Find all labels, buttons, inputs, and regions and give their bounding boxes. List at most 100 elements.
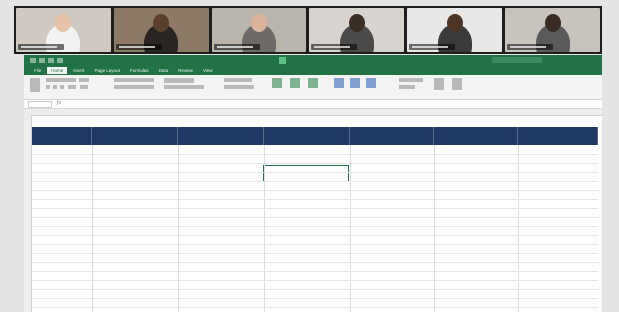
header-cell[interactable] [350,127,434,145]
participant-name-tag [213,44,260,50]
grid-line [32,190,598,191]
formula-bar: ƒx [24,100,602,109]
table-body[interactable] [32,145,598,312]
italic-icon[interactable] [53,85,57,89]
grid-line [32,244,598,245]
grid-line [32,217,598,218]
header-cell[interactable] [92,127,178,145]
participant-face [544,14,561,32]
delete-cells-icon[interactable] [350,78,360,88]
ribbon-tab[interactable]: Formulas [126,67,153,74]
grid-line [32,235,598,236]
fx-icon: ƒx [56,100,62,106]
ribbon-tab[interactable]: Page Layout [91,67,124,74]
save-icon[interactable] [39,58,45,63]
underline-icon[interactable] [60,85,64,89]
wrap-text-button[interactable] [164,78,194,83]
insert-cells-icon[interactable] [334,78,344,88]
number-format-select[interactable] [224,78,252,82]
grid-line [264,145,265,312]
ribbon-tab[interactable]: Data [155,67,173,74]
participant-video-tile[interactable] [309,8,405,52]
participant-name-tag [115,44,162,50]
ribbon-tab[interactable]: File [30,67,45,74]
alignment-group[interactable] [114,78,154,82]
participant-name-tag [409,44,456,50]
merge-center-button[interactable] [164,85,204,89]
name-box[interactable] [28,101,52,108]
participant-face [55,14,72,32]
participant-name-tag [507,44,554,50]
alignment-group-row2[interactable] [114,85,154,89]
grid-line [32,163,598,164]
borders-icon[interactable] [68,85,76,89]
grid-line [32,253,598,254]
participant-video-tile[interactable] [407,8,503,52]
header-cell[interactable] [32,127,92,145]
fill-color-icon[interactable] [80,85,88,89]
active-cell[interactable] [263,165,349,182]
grid-line [32,280,598,281]
header-cell[interactable] [434,127,518,145]
autosum-button[interactable] [399,78,423,82]
participant-video-tile[interactable] [113,8,209,52]
ribbon-toolbar [24,75,602,100]
participant-face [348,14,365,32]
excel-window: File Home Insert Page Layout Formulas Data Rev… [24,55,602,312]
conditional-formatting-icon[interactable] [272,78,282,88]
cell-styles-icon[interactable] [308,78,318,88]
grid-line [32,226,598,227]
grid-line [350,145,351,312]
table-header-row [32,127,598,145]
header-cell[interactable] [178,127,264,145]
format-cells-icon[interactable] [366,78,376,88]
ribbon-tab-bar: File Home Insert Page Layout Formulas Data Rev… [24,66,602,75]
participant-video-tile[interactable] [211,8,307,52]
grid-line [518,145,519,312]
header-cell[interactable] [264,127,350,145]
participant-face [251,14,268,32]
ribbon-tab[interactable]: Insert [69,67,88,74]
grid-line [32,289,598,290]
font-size-select[interactable] [79,78,89,82]
ribbon-tab[interactable]: Home [47,67,68,74]
grid-line [434,145,435,312]
grid-line [32,262,598,263]
grid-line [92,145,93,312]
fill-button[interactable] [399,85,415,89]
undo-icon[interactable] [48,58,54,63]
grid-line [32,298,598,299]
video-call-strip [14,6,602,54]
grid-line [32,172,598,173]
grid-line [32,199,598,200]
font-family-select[interactable] [46,78,76,82]
title-bar [24,55,602,66]
ribbon-tab[interactable]: View [199,67,217,74]
format-as-table-icon[interactable] [290,78,300,88]
participant-name-tag [18,44,64,50]
grid-line [32,271,598,272]
participant-video-tile[interactable] [505,8,600,52]
redo-icon[interactable] [57,58,63,63]
number-format-buttons[interactable] [224,85,254,89]
participant-face [446,14,463,32]
sort-filter-icon[interactable] [434,78,444,90]
ribbon-tab[interactable]: Review [174,67,197,74]
autosave-icon[interactable] [30,58,36,63]
grid-line [32,154,598,155]
grid-line [32,307,598,308]
bold-icon[interactable] [46,85,50,89]
participant-face [153,14,170,32]
participant-name-tag [311,44,358,50]
row-headers[interactable] [24,115,32,312]
search-box[interactable] [492,57,542,63]
participant-video-tile[interactable] [16,8,111,52]
grid-line [32,208,598,209]
paste-icon[interactable] [30,78,40,92]
worksheet[interactable] [24,115,602,312]
header-cell[interactable] [518,127,598,145]
find-select-icon[interactable] [452,78,462,90]
grid-line [178,145,179,312]
grid-line [32,181,598,182]
excel-icon [279,57,286,64]
